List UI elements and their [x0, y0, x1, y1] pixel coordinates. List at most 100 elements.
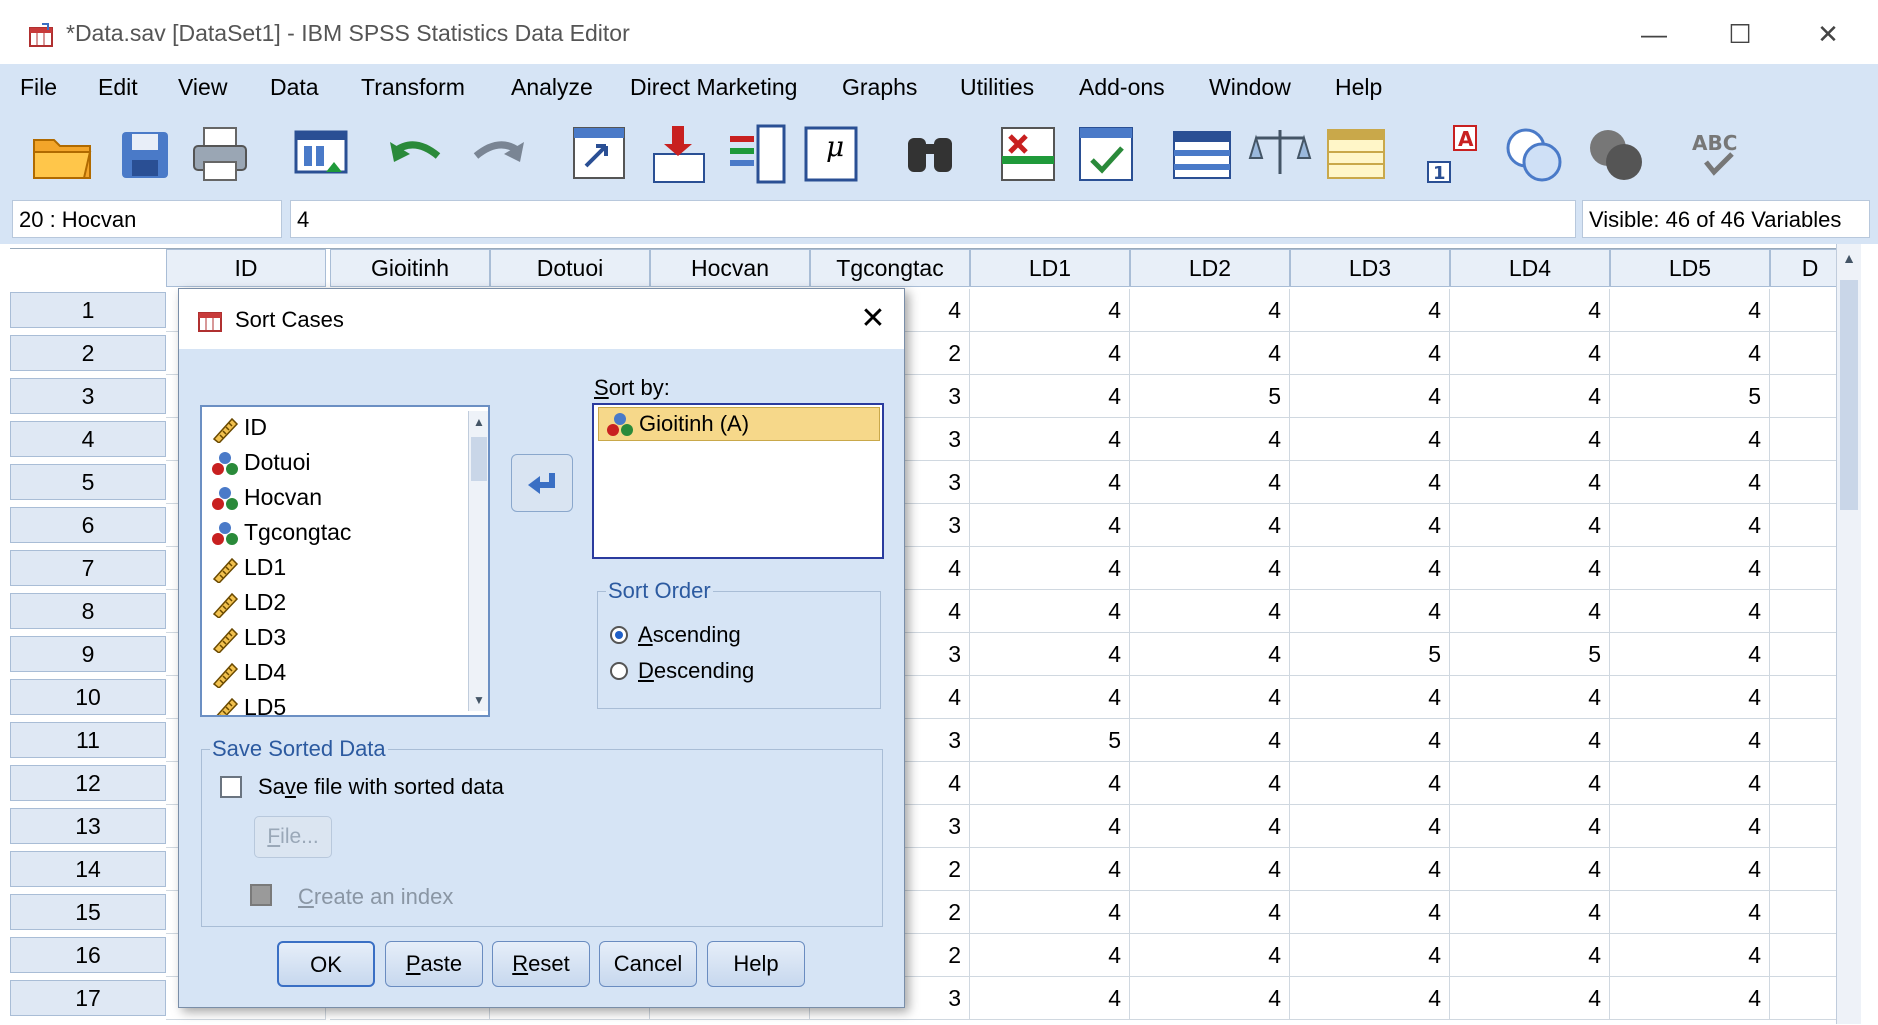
table-cell[interactable]: 4	[1290, 289, 1450, 332]
menu-edit[interactable]: Edit	[98, 74, 138, 101]
row-header[interactable]: 7	[10, 550, 166, 586]
table-cell[interactable]: 4	[1290, 848, 1450, 891]
table-cell[interactable]: 4	[1610, 934, 1770, 977]
table-cell[interactable]: 4	[1130, 547, 1290, 590]
scrollbar-thumb[interactable]	[1840, 280, 1858, 510]
table-cell[interactable]: 4	[1290, 461, 1450, 504]
variable-list-scrollbar[interactable]: ▲ ▼	[468, 411, 488, 711]
table-cell[interactable]: 4	[1130, 332, 1290, 375]
table-cell[interactable]: 4	[1290, 934, 1450, 977]
column-header-dotuoi[interactable]: Dotuoi	[490, 249, 650, 287]
table-cell[interactable]: 4	[1290, 590, 1450, 633]
table-cell[interactable]: 4	[1290, 676, 1450, 719]
paste-button[interactable]: Paste	[385, 941, 483, 987]
table-cell[interactable]: 4	[1450, 676, 1610, 719]
menu-direct-marketing[interactable]: Direct Marketing	[630, 74, 797, 101]
table-cell[interactable]	[1770, 547, 1842, 590]
menu-data[interactable]: Data	[270, 74, 319, 101]
table-cell[interactable]	[1770, 719, 1842, 762]
table-cell[interactable]	[1770, 891, 1842, 934]
weight-cases-icon[interactable]	[1248, 122, 1312, 186]
ok-button[interactable]: OK	[277, 941, 375, 987]
column-header-hocvan[interactable]: Hocvan	[650, 249, 810, 287]
table-cell[interactable]	[1770, 332, 1842, 375]
table-cell[interactable]: 5	[1610, 375, 1770, 418]
row-header[interactable]: 15	[10, 894, 166, 930]
save-file-label[interactable]: Save file with sorted data	[258, 774, 504, 800]
table-cell[interactable]	[1770, 418, 1842, 461]
variable-list-item[interactable]: LD5	[210, 691, 286, 715]
table-cell[interactable]: 4	[1610, 547, 1770, 590]
variable-list-scroll-thumb[interactable]	[471, 437, 487, 481]
table-cell[interactable]: 4	[1130, 848, 1290, 891]
table-cell[interactable]: 4	[1290, 504, 1450, 547]
table-cell[interactable]: 4	[970, 676, 1130, 719]
table-cell[interactable]: 4	[1130, 461, 1290, 504]
reset-button[interactable]: Reset	[492, 941, 590, 987]
ascending-label[interactable]: Ascending	[638, 622, 741, 648]
vertical-scrollbar[interactable]: ▲	[1836, 244, 1861, 1024]
table-cell[interactable]: 4	[970, 590, 1130, 633]
table-cell[interactable]: 4	[1290, 375, 1450, 418]
row-header[interactable]: 9	[10, 636, 166, 672]
row-header[interactable]: 10	[10, 679, 166, 715]
find-icon[interactable]	[898, 122, 962, 186]
save-file-checkbox[interactable]	[220, 776, 242, 798]
table-cell[interactable]: 4	[970, 805, 1130, 848]
table-cell[interactable]	[1770, 633, 1842, 676]
row-header[interactable]: 16	[10, 937, 166, 973]
table-cell[interactable]	[1770, 504, 1842, 547]
variable-list-item[interactable]: Hocvan	[210, 481, 322, 513]
table-cell[interactable]: 4	[1290, 547, 1450, 590]
scroll-up-icon[interactable]: ▲	[1837, 244, 1861, 272]
table-cell[interactable]: 4	[970, 934, 1130, 977]
table-cell[interactable]: 5	[970, 719, 1130, 762]
table-cell[interactable]: 4	[1610, 676, 1770, 719]
table-cell[interactable]: 4	[1610, 633, 1770, 676]
table-cell[interactable]: 4	[1610, 977, 1770, 1020]
table-cell[interactable]: 4	[970, 977, 1130, 1020]
variable-list-item[interactable]: Dotuoi	[210, 446, 310, 478]
table-cell[interactable]	[1770, 762, 1842, 805]
list-scroll-down-icon[interactable]: ▼	[469, 689, 488, 711]
column-header-ld5[interactable]: LD5	[1610, 249, 1770, 287]
table-cell[interactable]: 4	[1290, 719, 1450, 762]
source-variable-list[interactable]: ID Dotuoi Hocvan Tgcongtac LD1 LD2 LD3 LD4 LD5 ▲…	[200, 405, 490, 717]
table-cell[interactable]: 4	[970, 547, 1130, 590]
select-cases-icon[interactable]	[1324, 122, 1388, 186]
help-button[interactable]: Help	[707, 941, 805, 987]
table-cell[interactable]: 4	[970, 332, 1130, 375]
table-cell[interactable]: 4	[970, 848, 1130, 891]
row-header[interactable]: 13	[10, 808, 166, 844]
variable-list-item[interactable]: LD2	[210, 586, 286, 618]
table-cell[interactable]: 4	[1290, 418, 1450, 461]
table-cell[interactable]: 4	[1130, 289, 1290, 332]
table-cell[interactable]: 4	[1290, 977, 1450, 1020]
row-header[interactable]: 8	[10, 593, 166, 629]
spell-check-icon[interactable]: ABC	[1684, 122, 1748, 186]
menu-view[interactable]: View	[178, 74, 227, 101]
table-cell[interactable]: 4	[1130, 762, 1290, 805]
table-cell[interactable]: 4	[1130, 977, 1290, 1020]
list-scroll-up-icon[interactable]: ▲	[469, 411, 488, 433]
table-cell[interactable]	[1770, 805, 1842, 848]
sort-by-list[interactable]: Gioitinh (A)	[592, 403, 884, 559]
table-cell[interactable]: 4	[1610, 461, 1770, 504]
menu-help[interactable]: Help	[1335, 74, 1382, 101]
table-cell[interactable]: 4	[970, 891, 1130, 934]
table-cell[interactable]: 4	[1450, 977, 1610, 1020]
dialog-close-button[interactable]: ✕	[855, 301, 891, 337]
row-header[interactable]: 14	[10, 851, 166, 887]
undo-icon[interactable]	[384, 122, 448, 186]
table-cell[interactable]: 4	[1450, 289, 1610, 332]
table-cell[interactable]	[1770, 375, 1842, 418]
row-header[interactable]: 11	[10, 722, 166, 758]
variable-list-item[interactable]: LD1	[210, 551, 286, 583]
table-cell[interactable]: 4	[1130, 504, 1290, 547]
column-header-ld3[interactable]: LD3	[1290, 249, 1450, 287]
table-cell[interactable]	[1770, 848, 1842, 891]
table-cell[interactable]	[1770, 977, 1842, 1020]
table-cell[interactable]: 4	[1450, 547, 1610, 590]
table-cell[interactable]: 5	[1130, 375, 1290, 418]
open-folder-icon[interactable]	[30, 122, 94, 186]
